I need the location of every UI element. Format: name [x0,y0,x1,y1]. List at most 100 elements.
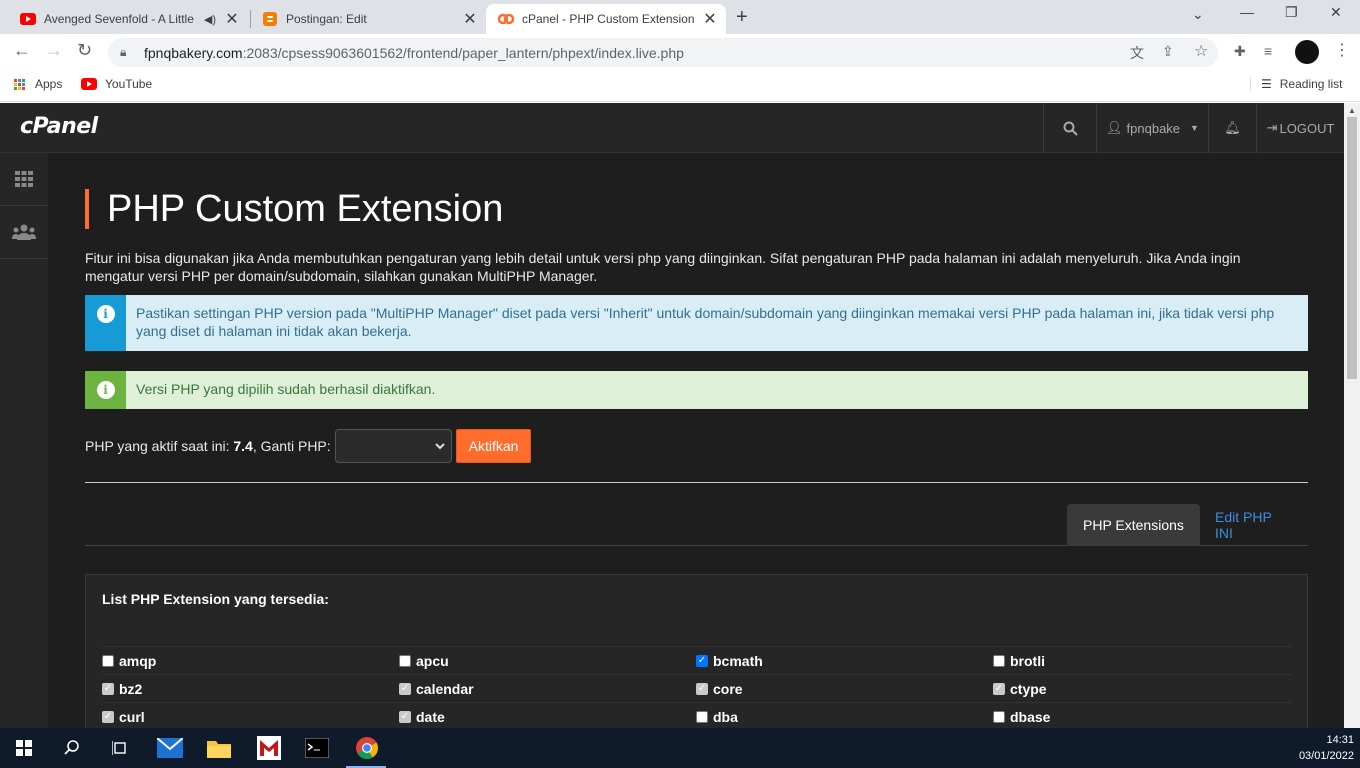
share-icon[interactable]: ⇪ [1162,43,1174,60]
notifications-button[interactable]: 🔔︎ [1208,103,1256,153]
sidebar-users[interactable] [0,206,48,259]
extension-item[interactable]: brotli [993,647,1290,674]
logout-button[interactable]: ⇥ LOGOUT [1256,103,1344,153]
tab-php-extensions[interactable]: PHP Extensions [1067,504,1200,546]
activate-button[interactable]: Aktifkan [455,429,532,463]
sidebar-home[interactable] [0,153,48,206]
page-description: Fitur ini bisa digunakan jika Anda membu… [85,250,1241,284]
browser-tab-cpanel[interactable]: cPanel - PHP Custom Extension ✕ [486,4,726,34]
extension-item: ✓ core [696,675,993,702]
bookmark-apps[interactable]: Apps [14,77,62,91]
file-explorer-app[interactable] [205,734,233,762]
tab-edit-php-ini[interactable]: Edit PHP INI [1199,504,1308,546]
php-version-select[interactable] [334,429,452,463]
search-taskbar-button[interactable] [58,734,86,762]
username: fpnqbake [1126,120,1181,136]
extension-row: amqp apcu ✓ bcmath brotli [102,646,1292,674]
extension-item[interactable]: ✓ bcmath [696,647,993,674]
cpanel-main-content: PHP Custom Extension Fitur ini bisa digu… [48,153,1344,728]
extension-item[interactable]: amqp [102,647,399,674]
forward-button[interactable]: → [45,40,63,61]
extension-checkbox[interactable] [696,710,708,723]
tab-search-chevron-icon[interactable]: ⌄ [1192,6,1204,23]
mail-app[interactable] [156,734,184,762]
chevron-down-icon [434,442,445,449]
extension-checkbox[interactable] [102,654,114,667]
new-tab-button[interactable]: + [736,6,748,29]
divider [85,482,1308,483]
restore-button[interactable]: ❐ [1285,4,1298,21]
mcafee-app[interactable] [255,734,283,762]
extension-row: ✓ bz2 ✓ calendar ✓ core ✓ ctype [102,674,1292,702]
extension-item: ✓ bz2 [102,675,399,702]
extension-item: ✓ calendar [399,675,696,702]
profile-avatar[interactable] [1295,40,1319,64]
scroll-up-icon[interactable]: ▲ [1348,106,1356,115]
bookmark-star-icon[interactable]: ☆ [1194,41,1208,61]
system-clock[interactable]: 14:31 03/01/2022 [1299,732,1354,764]
audio-icon[interactable]: ◀) [204,13,216,26]
info-alert-message: Pastikan settingan PHP version pada "Mul… [136,305,1275,339]
chrome-app[interactable] [353,734,381,762]
media-playlist-icon[interactable]: ≡ [1264,43,1272,59]
caret-down-icon: ▼ [1190,123,1199,133]
extension-item: ✓ ctype [993,675,1290,702]
extensions-puzzle-icon[interactable]: ✚ [1234,43,1246,60]
browser-tab-youtube[interactable]: Avenged Sevenfold - A Little ◀) ✕ [8,4,248,34]
start-button[interactable] [10,734,38,762]
page-scrollbar[interactable]: ▲ [1344,103,1360,728]
extension-item[interactable]: apcu [399,647,696,674]
extension-checkbox: ✓ [102,682,114,695]
scrollbar-thumb[interactable] [1347,117,1357,379]
users-icon [12,224,36,240]
extension-name: apcu [416,652,449,669]
tab-title: Postingan: Edit [286,12,367,26]
reload-button[interactable]: ↻ [77,40,92,61]
reading-list-icon: ☰ [1261,77,1272,91]
success-alert: i Versi PHP yang dipilih sudah berhasil … [85,371,1308,409]
extensions-panel: List PHP Extension yang tersedia: amqp ap… [85,574,1308,728]
bookmark-youtube[interactable]: YouTube [81,77,152,91]
extension-name: brotli [1010,652,1045,669]
extensions-grid: amqp apcu ✓ bcmath brotli ✓ bz2 ✓ calendar ✓ core ✓… [102,646,1292,728]
minimize-button[interactable]: — [1240,4,1254,20]
apps-grid-icon [14,78,25,90]
user-menu[interactable]: 👤︎ fpnqbake ▼ [1096,103,1208,153]
reading-list-button[interactable]: ☰ Reading list [1250,77,1342,91]
grid-icon [15,171,33,187]
extension-name: dba [713,708,738,725]
browser-tab-blogger[interactable]: Postingan: Edit ✕ [250,4,486,34]
extension-item[interactable]: dba [696,703,993,728]
extension-checkbox[interactable] [993,710,1005,723]
back-button[interactable]: ← [13,40,31,61]
close-tab-icon[interactable]: ✕ [462,9,478,29]
php-active-version: 7.4 [233,438,253,454]
bookmark-label: Apps [35,77,63,91]
php-active-label: PHP yang aktif saat ini: [85,438,230,454]
close-tab-icon[interactable]: ✕ [702,9,718,29]
chrome-menu-icon[interactable]: ⋮ [1334,40,1350,60]
translate-icon[interactable]: 文 [1130,43,1144,63]
cpanel-sidebar [0,153,48,728]
extension-item[interactable]: dbase [993,703,1290,728]
browser-toolbar: ← → ↻ 🔒︎ fpnqbakery.com:2083/cpsess90636… [0,34,1360,70]
task-view-button[interactable] [106,734,134,762]
cpanel-header: cPanel 👤︎ fpnqbake ▼ 🔔︎ ⇥ LOGOUT [0,103,1344,153]
address-bar[interactable]: 🔒︎ fpnqbakery.com:2083/cpsess9063601562/… [108,38,1218,67]
search-button[interactable] [1043,103,1096,153]
extension-checkbox[interactable] [399,654,411,667]
youtube-icon [81,78,97,90]
extension-name: core [713,680,743,697]
cpanel-logo[interactable]: cPanel [20,114,98,139]
close-window-button[interactable]: ✕ [1330,4,1342,21]
folder-icon [207,741,231,758]
extension-checkbox[interactable] [993,654,1005,667]
extension-checkbox: ✓ [696,682,708,695]
url-path: :2083/cpsess9063601562/frontend/paper_la… [242,44,684,61]
extension-name: curl [119,708,145,725]
terminal-app[interactable] [303,734,331,762]
extension-checkbox[interactable]: ✓ [696,654,708,667]
lock-icon[interactable]: 🔒︎ [120,45,134,60]
info-alert: i Pastikan settingan PHP version pada "M… [85,295,1308,351]
close-tab-icon[interactable]: ✕ [224,9,240,29]
